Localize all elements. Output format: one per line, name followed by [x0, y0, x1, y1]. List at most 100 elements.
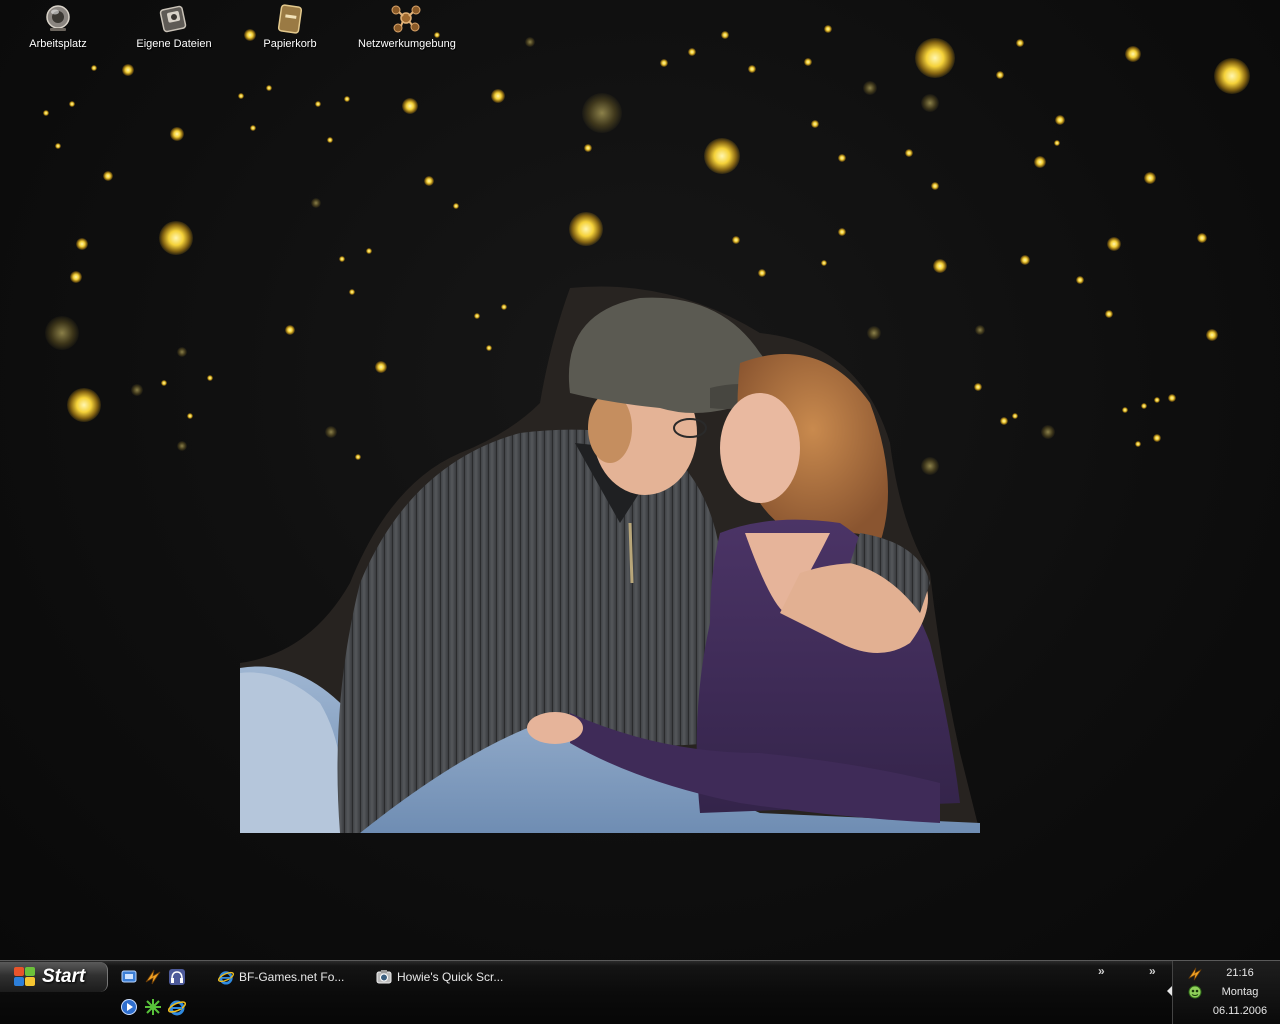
star	[1144, 172, 1156, 184]
show-desktop-icon[interactable]	[120, 968, 138, 986]
star	[45, 316, 79, 350]
start-button[interactable]: Start	[0, 962, 108, 992]
internet-explorer-icon[interactable]	[167, 998, 187, 1016]
star	[996, 71, 1004, 79]
task-button-quick-screenshot[interactable]: Howie's Quick Scr...	[370, 965, 520, 989]
star	[732, 236, 740, 244]
star	[758, 269, 766, 277]
winamp-tray-icon[interactable]	[1187, 966, 1203, 982]
star	[525, 37, 535, 47]
taskbar: Start BF-Games.net Fo... Howie's Quick S…	[0, 960, 1280, 1024]
star	[824, 25, 832, 33]
wallpaper-photo	[240, 286, 980, 833]
task-button-bf-games[interactable]: BF-Games.net Fo...	[212, 965, 362, 989]
star	[402, 98, 418, 114]
star	[863, 81, 877, 95]
star	[207, 375, 213, 381]
star	[1107, 237, 1121, 251]
star	[187, 413, 193, 419]
toolbar-chevron[interactable]: »	[1149, 964, 1156, 978]
star	[748, 65, 756, 73]
clock-time[interactable]: 21:16	[1208, 967, 1272, 979]
antivirus-tray-icon[interactable]	[1187, 984, 1203, 1000]
star	[1153, 434, 1161, 442]
clock-day: Montag	[1221, 986, 1259, 998]
star	[921, 94, 939, 112]
desktop: Arbeitsplatz Eigene Dateien Papierkorb N…	[0, 0, 1280, 960]
star	[159, 221, 193, 255]
my-computer-icon	[42, 2, 74, 34]
star	[838, 228, 846, 236]
desktop-icon-label: Netzwerkumgebung	[358, 38, 456, 50]
screenshot-tool-icon	[376, 969, 392, 985]
desktop-icon-my-documents[interactable]: Eigene Dateien	[126, 2, 222, 50]
desktop-icon-network-places[interactable]: Netzwerkumgebung	[358, 2, 456, 50]
winamp-icon[interactable]	[144, 968, 162, 986]
star	[905, 149, 913, 157]
star	[70, 271, 82, 283]
star	[424, 176, 434, 186]
star	[122, 64, 134, 76]
star	[67, 388, 101, 422]
star	[238, 93, 244, 99]
star	[103, 171, 113, 181]
desktop-icon-my-computer[interactable]: Arbeitsplatz	[10, 2, 106, 50]
desktop-icon-label: Eigene Dateien	[136, 38, 212, 50]
star	[315, 101, 321, 107]
recycle-bin-icon	[274, 2, 306, 34]
star	[1012, 413, 1018, 419]
star	[1000, 417, 1008, 425]
my-documents-icon	[158, 2, 190, 34]
start-label: Start	[42, 966, 86, 987]
internet-explorer-icon	[217, 969, 235, 985]
star	[1076, 276, 1084, 284]
star	[311, 198, 321, 208]
star	[91, 65, 97, 71]
star	[1135, 441, 1141, 447]
star	[704, 138, 740, 174]
star	[43, 110, 49, 116]
star	[55, 143, 61, 149]
headset-icon[interactable]	[168, 968, 186, 986]
star	[1141, 403, 1147, 409]
star	[344, 96, 350, 102]
star	[366, 248, 372, 254]
star	[933, 259, 947, 273]
star	[1168, 394, 1176, 402]
star	[266, 85, 272, 91]
star	[584, 144, 592, 152]
star	[1020, 255, 1030, 265]
star	[688, 48, 696, 56]
task-button-label: Howie's Quick Scr...	[397, 970, 504, 984]
star	[1105, 310, 1113, 318]
star	[1197, 233, 1207, 243]
star	[177, 347, 187, 357]
clock-date: 06.11.2006	[1212, 1005, 1268, 1017]
star	[1034, 156, 1046, 168]
star	[327, 137, 333, 143]
media-player-icon[interactable]	[120, 998, 138, 1016]
star	[1206, 329, 1218, 341]
network-places-icon	[390, 2, 422, 34]
star	[931, 182, 939, 190]
desktop-icon-recycle-bin[interactable]: Papierkorb	[242, 2, 338, 50]
games-icon[interactable]	[144, 998, 162, 1016]
star	[915, 38, 955, 78]
star	[76, 238, 88, 250]
star	[838, 154, 846, 162]
star	[1122, 407, 1128, 413]
task-button-label: BF-Games.net Fo...	[239, 970, 345, 984]
star	[1055, 115, 1065, 125]
star	[1154, 397, 1160, 403]
star	[1016, 39, 1024, 47]
star	[811, 120, 819, 128]
star	[660, 59, 668, 67]
toolbar-chevron[interactable]: »	[1098, 964, 1105, 978]
star	[131, 384, 143, 396]
star	[491, 89, 505, 103]
star	[804, 58, 812, 66]
star	[161, 380, 167, 386]
star	[582, 93, 622, 133]
star	[177, 441, 187, 451]
windows-flag-icon	[14, 967, 36, 987]
